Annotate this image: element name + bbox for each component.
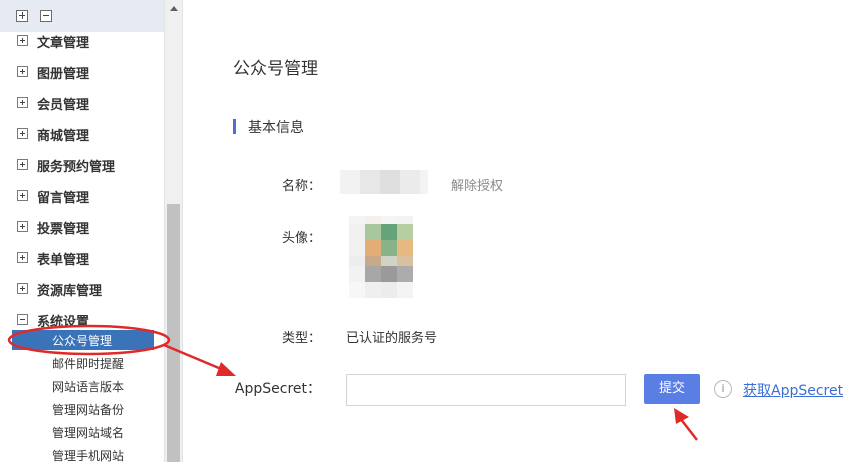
sidebar-item-messages[interactable]: 留言管理 (0, 186, 164, 208)
submit-button[interactable]: 提交 (644, 374, 700, 404)
account-type-value: 已认证的服务号 (346, 331, 438, 346)
scroll-up-arrow-icon[interactable] (170, 6, 178, 11)
sidebar-item-label: 文章管理 (37, 36, 90, 51)
sidebar-scrollbar[interactable] (164, 0, 182, 462)
expand-icon[interactable] (17, 97, 28, 108)
scrollbar-thumb[interactable] (167, 204, 180, 462)
sidebar-item-label: 系统设置 (37, 315, 90, 330)
panel-divider (182, 0, 183, 462)
sidebar-item-voting[interactable]: 投票管理 (0, 217, 164, 239)
sidebar-item-label: 表单管理 (37, 253, 90, 268)
section-accent-bar (233, 119, 236, 134)
expand-icon[interactable] (17, 128, 28, 139)
collapse-icon[interactable] (17, 314, 28, 325)
info-icon: i (714, 380, 732, 398)
sidebar-item-label: 商城管理 (37, 129, 90, 144)
app-window: 文章管理 图册管理 会员管理 商城管理 服务预约管理 留言管理 投票管理 表单管… (0, 0, 854, 462)
annotation-arrowhead-icon (674, 408, 689, 424)
expand-icon[interactable] (17, 190, 28, 201)
sidebar-subitem-label: 公众号管理 (52, 334, 113, 348)
collapse-all-icon[interactable] (40, 10, 52, 22)
account-name-blurred (340, 170, 428, 194)
sidebar-item-label: 留言管理 (37, 191, 90, 206)
sidebar-item-shop[interactable]: 商城管理 (0, 124, 164, 146)
expand-icon[interactable] (17, 66, 28, 77)
appsecret-input[interactable] (346, 374, 626, 406)
type-label: 类型： (281, 331, 321, 346)
sidebar-subitem-official-account[interactable]: 公众号管理 (12, 330, 154, 350)
expand-icon[interactable] (17, 35, 28, 46)
unbind-link[interactable]: 解除授权 (451, 175, 503, 194)
sidebar-subitem-domains[interactable]: 管理网站域名 (52, 424, 124, 441)
expand-icon[interactable] (17, 159, 28, 170)
sidebar-item-members[interactable]: 会员管理 (0, 93, 164, 115)
sidebar-item-label: 投票管理 (37, 222, 90, 237)
sidebar-item-label: 资源库管理 (37, 284, 103, 299)
sidebar: 文章管理 图册管理 会员管理 商城管理 服务预约管理 留言管理 投票管理 表单管… (0, 0, 164, 462)
sidebar-subitem-email-alerts[interactable]: 邮件即时提醒 (52, 355, 124, 372)
sidebar-item-label: 会员管理 (37, 98, 90, 113)
sidebar-subitem-mobile-site[interactable]: 管理手机网站 (52, 447, 124, 462)
sidebar-subitem-backup[interactable]: 管理网站备份 (52, 401, 124, 418)
sidebar-item-label: 服务预约管理 (37, 160, 116, 175)
avatar-label: 头像： (281, 231, 321, 246)
sidebar-subitem-languages[interactable]: 网站语言版本 (52, 378, 124, 395)
appsecret-label: AppSecret： (234, 381, 321, 397)
expand-icon[interactable] (17, 283, 28, 294)
avatar (337, 216, 433, 300)
sidebar-item-label: 图册管理 (37, 67, 90, 82)
sidebar-item-booking[interactable]: 服务预约管理 (0, 155, 164, 177)
sidebar-item-articles[interactable]: 文章管理 (0, 31, 164, 53)
sidebar-item-resources[interactable]: 资源库管理 (0, 279, 164, 301)
section-title: 基本信息 (248, 120, 304, 136)
get-appsecret-link[interactable]: 获取AppSecret (743, 380, 843, 400)
sidebar-item-system-settings[interactable]: 系统设置 (0, 310, 164, 332)
sidebar-toolbar (0, 0, 164, 32)
expand-all-icon[interactable] (16, 10, 28, 22)
annotation-arrowhead-icon (216, 362, 236, 376)
page-title: 公众号管理 (233, 59, 318, 79)
sidebar-item-albums[interactable]: 图册管理 (0, 62, 164, 84)
expand-icon[interactable] (17, 252, 28, 263)
expand-icon[interactable] (17, 221, 28, 232)
annotation-arrow-line (679, 417, 698, 441)
sidebar-item-forms[interactable]: 表单管理 (0, 248, 164, 270)
name-label: 名称： (281, 179, 321, 194)
